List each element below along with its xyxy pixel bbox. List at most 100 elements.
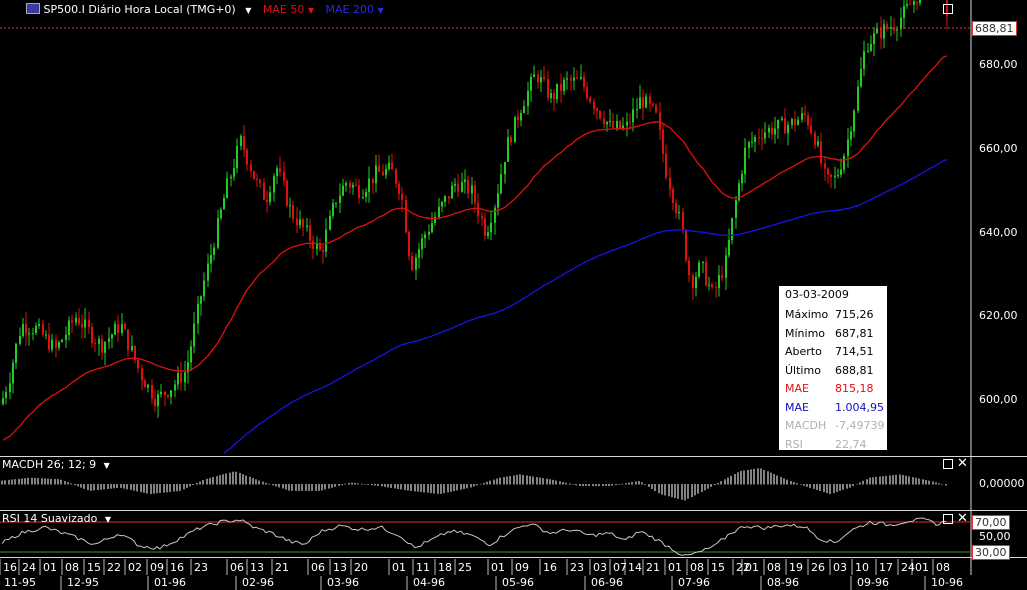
candle-body bbox=[705, 261, 707, 286]
x-month-label-1: 12-95 bbox=[67, 576, 99, 589]
chart-header: SP500.I Diário Hora Local (TMG+0) ▼ MAE … bbox=[26, 3, 384, 16]
candle-body bbox=[457, 183, 459, 192]
candle-body bbox=[398, 183, 400, 194]
x-day-label-35: 26 bbox=[811, 561, 825, 574]
tooltip-row-label: MACDH bbox=[785, 419, 827, 432]
macd-zero-tick: 0,00000 bbox=[979, 477, 1025, 490]
candle-body bbox=[342, 185, 344, 196]
chart-title[interactable]: SP500.I Diário Hora Local (TMG+0) bbox=[44, 3, 236, 16]
candle-body bbox=[570, 78, 572, 81]
candle-body bbox=[698, 262, 700, 277]
candle-body bbox=[665, 153, 667, 178]
candle-body bbox=[200, 296, 202, 304]
mae50-legend[interactable]: MAE 50 bbox=[263, 3, 304, 16]
rsi-tick-50: 50,00 bbox=[979, 530, 1011, 543]
candle-body bbox=[758, 137, 760, 139]
candle-body bbox=[9, 383, 11, 392]
x-month-label-11: 10-96 bbox=[931, 576, 963, 589]
candle-body bbox=[672, 188, 674, 204]
candle-body bbox=[909, 3, 911, 5]
price-tick-4: 600,00 bbox=[979, 393, 1018, 406]
mae200-dropdown-icon[interactable]: ▼ bbox=[377, 6, 383, 15]
x-month-label-2: 01-96 bbox=[154, 576, 186, 589]
candle-body bbox=[131, 345, 133, 351]
candle-body bbox=[870, 44, 872, 51]
candle-body bbox=[385, 168, 387, 176]
candle-body bbox=[372, 178, 374, 184]
candle-body bbox=[837, 175, 839, 177]
candle-body bbox=[807, 115, 809, 126]
candle-body bbox=[55, 339, 57, 348]
candle-body bbox=[906, 3, 908, 6]
candle-body bbox=[692, 275, 694, 289]
candle-body bbox=[784, 118, 786, 134]
candle-body bbox=[421, 238, 423, 250]
candle-body bbox=[553, 93, 555, 100]
candle-body bbox=[606, 121, 608, 125]
candle-body bbox=[137, 359, 139, 369]
candle-body bbox=[352, 184, 354, 188]
rsi-label[interactable]: RSI 14 Suavizado ▼ bbox=[2, 512, 111, 525]
candle-body bbox=[160, 391, 162, 395]
x-day-label-22: 16 bbox=[543, 561, 557, 574]
macd-label[interactable]: MACDH 26; 12; 9 ▼ bbox=[2, 458, 110, 471]
candle-body bbox=[121, 323, 123, 334]
candle-body bbox=[777, 119, 779, 129]
candle-body bbox=[797, 119, 799, 125]
macd-dropdown-icon[interactable]: ▼ bbox=[104, 461, 110, 470]
candle-body bbox=[127, 329, 129, 351]
candle-body bbox=[259, 180, 261, 183]
candle-body bbox=[669, 177, 671, 189]
candle-body bbox=[751, 141, 753, 143]
candle-body bbox=[695, 276, 697, 289]
candle-body bbox=[718, 275, 720, 288]
chart-symbol-icon[interactable] bbox=[26, 3, 40, 14]
tooltip-row-label: Último bbox=[785, 363, 821, 377]
candle-body bbox=[586, 86, 588, 98]
candle-body bbox=[612, 120, 614, 128]
macd-close-icon[interactable]: ✕ bbox=[957, 457, 968, 470]
mae50-dropdown-icon[interactable]: ▼ bbox=[308, 6, 314, 15]
candle-body bbox=[791, 118, 793, 125]
tooltip-row-value: 815,18 bbox=[835, 382, 874, 395]
x-day-label-41: 08 bbox=[936, 561, 950, 574]
candle-body bbox=[721, 275, 723, 278]
candle-body bbox=[688, 260, 690, 276]
candle-body bbox=[682, 211, 684, 231]
candle-body bbox=[537, 74, 539, 83]
x-day-label-12: 21 bbox=[275, 561, 289, 574]
candle-body bbox=[98, 338, 100, 344]
candle-body bbox=[520, 113, 522, 121]
panel-separator-rsi bbox=[0, 510, 1027, 511]
rsi-dropdown-icon[interactable]: ▼ bbox=[105, 515, 111, 524]
candle-body bbox=[378, 165, 380, 172]
x-day-label-29: 08 bbox=[690, 561, 704, 574]
x-day-label-19: 25 bbox=[458, 561, 472, 574]
mae200-legend[interactable]: MAE 200 bbox=[326, 3, 374, 16]
x-month-label-5: 04-96 bbox=[413, 576, 445, 589]
candle-body bbox=[104, 342, 106, 353]
candle-body bbox=[144, 380, 146, 388]
candle-body bbox=[576, 77, 578, 79]
title-dropdown-icon[interactable]: ▼ bbox=[245, 6, 251, 15]
candle-body bbox=[543, 77, 545, 80]
tooltip-row-value: -7,49739 bbox=[835, 419, 885, 432]
candle-body bbox=[240, 136, 242, 146]
candle-body bbox=[35, 325, 37, 334]
rsi-close-icon[interactable]: ✕ bbox=[957, 512, 968, 525]
x-day-label-10: 06 bbox=[230, 561, 244, 574]
x-day-label-30: 15 bbox=[711, 561, 725, 574]
candle-body bbox=[2, 398, 4, 405]
macd-maximize-icon[interactable] bbox=[943, 459, 953, 469]
price-panel-maximize-icon[interactable] bbox=[943, 4, 953, 14]
x-day-label-2: 01 bbox=[43, 561, 57, 574]
x-day-label-40: 01 bbox=[915, 561, 929, 574]
candle-body bbox=[71, 320, 73, 323]
candle-body bbox=[514, 116, 516, 143]
panel-separator-macd bbox=[0, 456, 1027, 457]
candle-body bbox=[471, 185, 473, 194]
candle-body bbox=[296, 218, 298, 226]
candle-body bbox=[388, 162, 390, 169]
x-day-label-32: 01 bbox=[745, 561, 759, 574]
rsi-maximize-icon[interactable] bbox=[943, 514, 953, 524]
